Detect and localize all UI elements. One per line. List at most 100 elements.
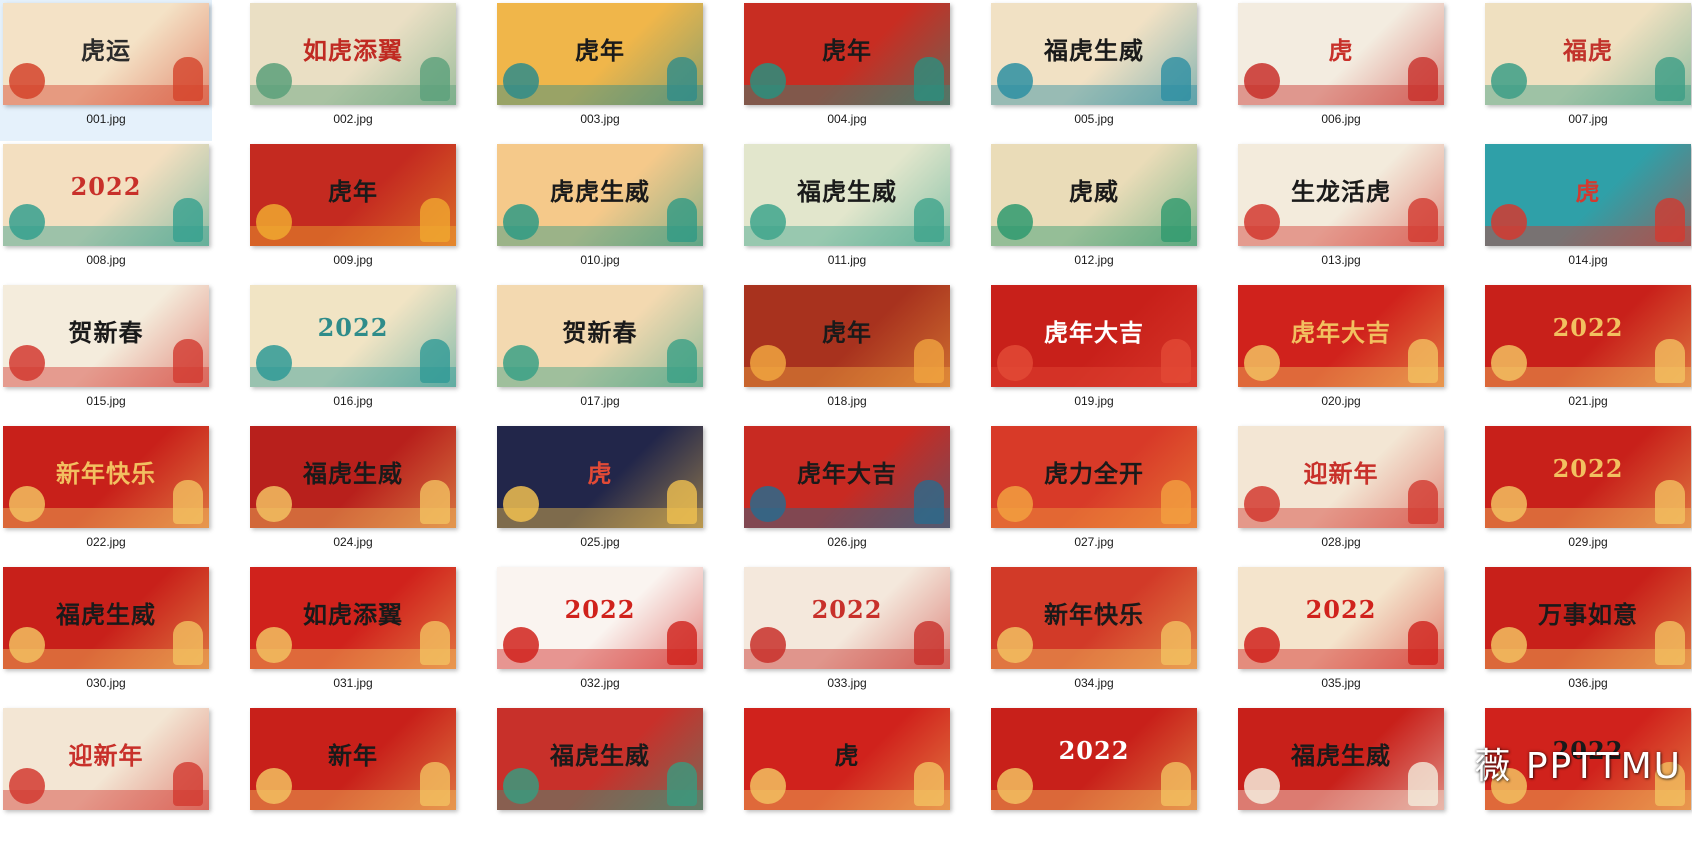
file-item[interactable]: 福虎生威 011.jpg xyxy=(741,141,953,282)
file-item[interactable]: 虎 025.jpg xyxy=(494,423,706,564)
file-item[interactable]: 虎虎生威 010.jpg xyxy=(494,141,706,282)
file-thumbnail-image[interactable]: 万事如意 xyxy=(1485,567,1691,669)
file-item[interactable]: 万事如意 036.jpg xyxy=(1482,564,1692,705)
file-thumbnail-image[interactable]: 福虎生威 xyxy=(3,567,209,669)
file-thumbnail-image[interactable]: 2022 xyxy=(744,567,950,669)
file-item[interactable]: 如虎添翼 002.jpg xyxy=(247,0,459,141)
thumbnail-title-text: 虎年 xyxy=(822,318,872,347)
file-item[interactable]: 贺新春 015.jpg xyxy=(0,282,212,423)
thumbnail-title-text: 2022 xyxy=(564,595,636,624)
file-item[interactable]: 虎年大吉 019.jpg xyxy=(988,282,1200,423)
file-thumbnail-image[interactable]: 虎 xyxy=(497,426,703,528)
file-item[interactable]: 虎 xyxy=(741,705,953,846)
file-thumbnail-image[interactable]: 虎年 xyxy=(744,3,950,105)
file-thumbnail-image[interactable]: 虎力全开 xyxy=(991,426,1197,528)
file-thumbnail-image[interactable]: 新年快乐 xyxy=(3,426,209,528)
file-thumbnail-image[interactable]: 虎年 xyxy=(250,144,456,246)
thumbnail-decoration xyxy=(9,486,45,522)
file-thumbnail-image[interactable]: 福虎生威 xyxy=(991,3,1197,105)
file-name-label: 020.jpg xyxy=(1321,394,1361,408)
file-item[interactable]: 生龙活虎 013.jpg xyxy=(1235,141,1447,282)
file-item[interactable]: 2022 033.jpg xyxy=(741,564,953,705)
file-item[interactable]: 2022 xyxy=(988,705,1200,846)
thumbnail-decoration xyxy=(420,339,450,383)
file-item[interactable]: 虎 014.jpg xyxy=(1482,141,1692,282)
file-thumbnail-image[interactable]: 2022 xyxy=(3,144,209,246)
file-thumbnail-image[interactable]: 虎威 xyxy=(991,144,1197,246)
file-item[interactable]: 虎年大吉 020.jpg xyxy=(1235,282,1447,423)
thumbnail-decoration xyxy=(256,345,292,381)
file-item[interactable]: 福虎生威 024.jpg xyxy=(247,423,459,564)
file-name-label: 033.jpg xyxy=(827,676,867,690)
thumbnail-decoration xyxy=(1244,63,1280,99)
file-item[interactable]: 2022 032.jpg xyxy=(494,564,706,705)
file-item[interactable]: 福虎生威 005.jpg xyxy=(988,0,1200,141)
file-thumbnail-image[interactable]: 虎运 xyxy=(3,3,209,105)
file-thumbnail-image[interactable]: 贺新春 xyxy=(3,285,209,387)
file-thumbnail-image[interactable]: 虎年 xyxy=(744,285,950,387)
thumbnail-title-text: 贺新春 xyxy=(68,318,144,347)
file-thumbnail-image[interactable]: 贺新春 xyxy=(497,285,703,387)
file-item[interactable]: 福虎生威 030.jpg xyxy=(0,564,212,705)
thumbnail-decoration xyxy=(750,768,786,804)
file-item[interactable]: 新年快乐 022.jpg xyxy=(0,423,212,564)
thumbnail-title-text: 2022 xyxy=(70,172,142,201)
file-thumbnail-image[interactable]: 虎虎生威 xyxy=(497,144,703,246)
file-item[interactable]: 福虎生威 xyxy=(494,705,706,846)
file-thumbnail-image[interactable]: 福虎生威 xyxy=(250,426,456,528)
thumbnail-decoration xyxy=(1408,621,1438,665)
thumbnail-decoration xyxy=(997,63,1033,99)
file-item[interactable]: 虎年 004.jpg xyxy=(741,0,953,141)
file-item[interactable]: 2022 035.jpg xyxy=(1235,564,1447,705)
file-thumbnail-image[interactable]: 2022 xyxy=(1485,285,1691,387)
file-thumbnail-image[interactable]: 如虎添翼 xyxy=(250,3,456,105)
thumbnail-title-text: 虎虎生威 xyxy=(550,177,650,206)
thumbnail-decoration xyxy=(750,345,786,381)
file-item[interactable]: 虎运 001.jpg xyxy=(0,0,212,141)
file-item[interactable]: 虎年 018.jpg xyxy=(741,282,953,423)
file-item[interactable]: 2022 021.jpg xyxy=(1482,282,1692,423)
file-thumbnail-image[interactable]: 虎年 xyxy=(497,3,703,105)
file-item[interactable]: 虎年 003.jpg xyxy=(494,0,706,141)
file-item[interactable]: 新年快乐 034.jpg xyxy=(988,564,1200,705)
file-item[interactable]: 虎 006.jpg xyxy=(1235,0,1447,141)
file-item[interactable]: 虎威 012.jpg xyxy=(988,141,1200,282)
file-name-label: 021.jpg xyxy=(1568,394,1608,408)
file-thumbnail-image[interactable]: 2022 xyxy=(250,285,456,387)
file-item[interactable]: 2022 008.jpg xyxy=(0,141,212,282)
file-thumbnail-image[interactable]: 虎年大吉 xyxy=(991,285,1197,387)
file-name-label: 012.jpg xyxy=(1074,253,1114,267)
thumbnail-decoration xyxy=(750,63,786,99)
file-thumbnail-image[interactable]: 2022 xyxy=(1485,426,1691,528)
file-name-label: 032.jpg xyxy=(580,676,620,690)
file-item[interactable]: 虎力全开 027.jpg xyxy=(988,423,1200,564)
file-thumbnail-image[interactable]: 虎年大吉 xyxy=(1238,285,1444,387)
file-thumbnail-image[interactable]: 新年快乐 xyxy=(991,567,1197,669)
thumbnail-decoration xyxy=(1655,339,1685,383)
file-item[interactable]: 福虎 007.jpg xyxy=(1482,0,1692,141)
file-item[interactable]: 新年 xyxy=(247,705,459,846)
file-item[interactable]: 迎新年 028.jpg xyxy=(1235,423,1447,564)
file-item[interactable]: 迎新年 xyxy=(0,705,212,846)
file-thumbnail-image[interactable]: 虎 xyxy=(1485,144,1691,246)
file-thumbnail-image[interactable]: 如虎添翼 xyxy=(250,567,456,669)
file-thumbnail-image[interactable]: 福虎 xyxy=(1485,3,1691,105)
file-item[interactable]: 虎年大吉 026.jpg xyxy=(741,423,953,564)
file-item[interactable]: 如虎添翼 031.jpg xyxy=(247,564,459,705)
thumbnail-title-text: 万事如意 xyxy=(1538,600,1638,629)
thumbnail-decoration xyxy=(503,768,539,804)
file-thumbnail-image[interactable]: 迎新年 xyxy=(1238,426,1444,528)
file-thumbnail-image[interactable]: 生龙活虎 xyxy=(1238,144,1444,246)
file-thumbnail-image[interactable]: 虎年大吉 xyxy=(744,426,950,528)
file-thumbnail-image[interactable]: 虎 xyxy=(1238,3,1444,105)
file-name-label: 016.jpg xyxy=(333,394,373,408)
file-thumbnail-image[interactable]: 2022 xyxy=(1238,567,1444,669)
thumbnail-decoration xyxy=(750,627,786,663)
file-item[interactable]: 2022 016.jpg xyxy=(247,282,459,423)
file-item[interactable]: 虎年 009.jpg xyxy=(247,141,459,282)
file-item[interactable]: 2022 029.jpg xyxy=(1482,423,1692,564)
file-item[interactable]: 福虎生威 xyxy=(1235,705,1447,846)
file-item[interactable]: 贺新春 017.jpg xyxy=(494,282,706,423)
file-thumbnail-image[interactable]: 2022 xyxy=(497,567,703,669)
file-thumbnail-image[interactable]: 福虎生威 xyxy=(744,144,950,246)
